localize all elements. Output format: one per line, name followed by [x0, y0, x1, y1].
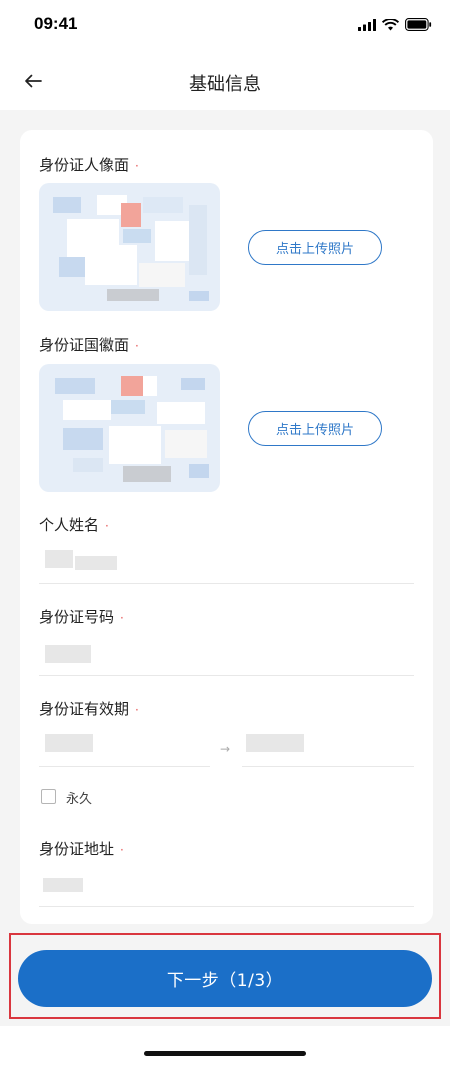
id-front-photo[interactable] [39, 183, 220, 311]
id-back-label: 身份证国徽面 · [39, 334, 139, 355]
status-time: 09:41 [34, 14, 78, 33]
id-back-photo[interactable] [39, 364, 220, 492]
status-icons [358, 18, 432, 31]
divider [39, 675, 414, 676]
validity-start-input[interactable] [39, 726, 210, 766]
permanent-checkbox-label[interactable]: 永久 [66, 788, 92, 807]
address-label: 身份证地址 · [39, 838, 124, 859]
name-label: 个人姓名 · [39, 514, 109, 535]
id-front-label: 身份证人像面 · [39, 154, 139, 175]
required-mark: · [120, 843, 124, 857]
required-mark: · [135, 159, 139, 173]
nav-bar: 基础信息 [0, 52, 450, 110]
required-mark: · [120, 611, 124, 625]
home-indicator-area [0, 1026, 450, 1066]
name-input[interactable] [39, 542, 414, 582]
signal-icon [358, 18, 376, 31]
address-input[interactable] [39, 866, 414, 906]
required-mark: · [135, 703, 139, 717]
id-number-label-text: 身份证号码 [39, 608, 115, 626]
divider [39, 766, 210, 767]
id-back-label-text: 身份证国徽面 [39, 336, 130, 354]
divider [242, 766, 414, 767]
id-number-input[interactable] [39, 635, 414, 675]
validity-label-text: 身份证有效期 [39, 700, 130, 718]
divider [39, 906, 414, 907]
name-label-text: 个人姓名 [39, 516, 100, 534]
form-card: 身份证人像面 · 点击上传照片 身份证国徽面 · 点击上传照片 个人姓名 · 身… [20, 130, 433, 924]
permanent-checkbox[interactable] [41, 789, 56, 804]
validity-end-input[interactable] [242, 726, 414, 766]
wifi-icon [382, 18, 399, 30]
next-step-button[interactable]: 下一步（1/3） [18, 950, 432, 1007]
divider [39, 583, 414, 584]
page-title: 基础信息 [189, 74, 261, 95]
id-number-label: 身份证号码 · [39, 606, 124, 627]
validity-label: 身份证有效期 · [39, 698, 139, 719]
required-mark: · [105, 519, 109, 533]
id-front-label-text: 身份证人像面 [39, 156, 130, 174]
home-indicator[interactable] [144, 1051, 306, 1056]
battery-icon [405, 18, 432, 31]
required-mark: · [135, 339, 139, 353]
id-front-upload-button[interactable]: 点击上传照片 [248, 230, 382, 265]
id-back-upload-button[interactable]: 点击上传照片 [248, 411, 382, 446]
address-label-text: 身份证地址 [39, 840, 115, 858]
status-bar: 09:41 [0, 0, 450, 52]
date-range-arrow: → [220, 742, 231, 756]
